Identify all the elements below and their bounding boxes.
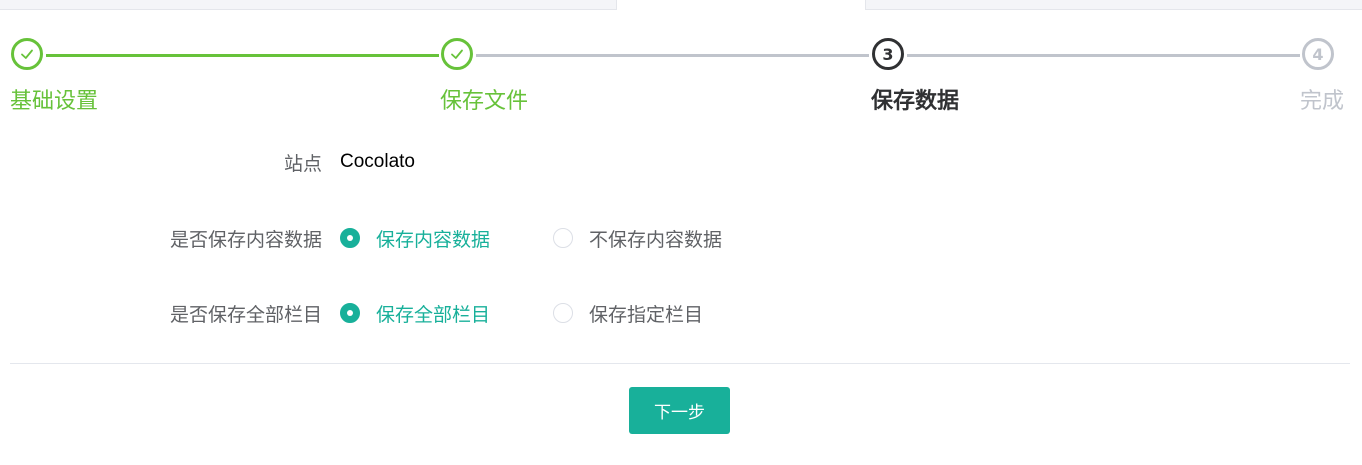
step-1-title: 基础设置: [10, 89, 99, 114]
step-3-title: 保存数据: [871, 89, 960, 114]
save-content-label: 是否保存内容数据: [169, 228, 322, 251]
check-icon: [21, 49, 33, 59]
site-label: 站点: [283, 152, 322, 175]
step-connector-3: [907, 54, 1300, 57]
step-connector-1: [46, 54, 439, 57]
radio-save-all-columns-label[interactable]: 保存全部栏目: [376, 300, 490, 327]
step-1-check-icon: [11, 38, 43, 70]
radio-save-content-label[interactable]: 保存内容数据: [376, 225, 490, 252]
next-step-button[interactable]: 下一步: [629, 387, 730, 434]
radio-no-save-content-label[interactable]: 不保存内容数据: [589, 225, 722, 252]
page: 3 4 基础设置 保存文件 保存数据 完成 站点 Cocolato 是否保存内容…: [0, 0, 1362, 465]
radio-save-specific-columns[interactable]: 保存指定栏目: [553, 298, 703, 328]
radio-unchecked-icon[interactable]: [553, 228, 573, 248]
check-icon: [451, 49, 463, 59]
step-3-number: 3: [872, 38, 904, 70]
step-2-title: 保存文件: [440, 89, 529, 114]
step-2-check-icon: [441, 38, 473, 70]
steps-bar: 3 4 基础设置 保存文件 保存数据 完成: [0, 0, 1362, 130]
save-columns-row: 是否保存全部栏目 保存全部栏目 保存指定栏目: [0, 298, 1362, 328]
site-row: 站点 Cocolato: [0, 147, 1362, 177]
save-columns-radio-group: 保存全部栏目 保存指定栏目: [340, 298, 1040, 328]
radio-save-all-columns[interactable]: 保存全部栏目: [340, 298, 490, 328]
radio-no-save-content[interactable]: 不保存内容数据: [553, 223, 722, 253]
radio-unchecked-icon[interactable]: [553, 303, 573, 323]
save-content-radio-group: 保存内容数据 不保存内容数据: [340, 223, 1040, 253]
step-4-number: 4: [1302, 38, 1334, 70]
radio-checked-icon[interactable]: [340, 303, 360, 323]
step-4-title: 完成: [1300, 89, 1345, 114]
divider: [10, 363, 1350, 364]
step-connector-2: [476, 54, 869, 57]
radio-save-content[interactable]: 保存内容数据: [340, 223, 490, 253]
radio-save-specific-columns-label[interactable]: 保存指定栏目: [589, 300, 703, 327]
radio-checked-icon[interactable]: [340, 228, 360, 248]
save-columns-label: 是否保存全部栏目: [169, 303, 322, 326]
site-value: Cocolato: [340, 151, 415, 172]
save-content-row: 是否保存内容数据 保存内容数据 不保存内容数据: [0, 223, 1362, 253]
